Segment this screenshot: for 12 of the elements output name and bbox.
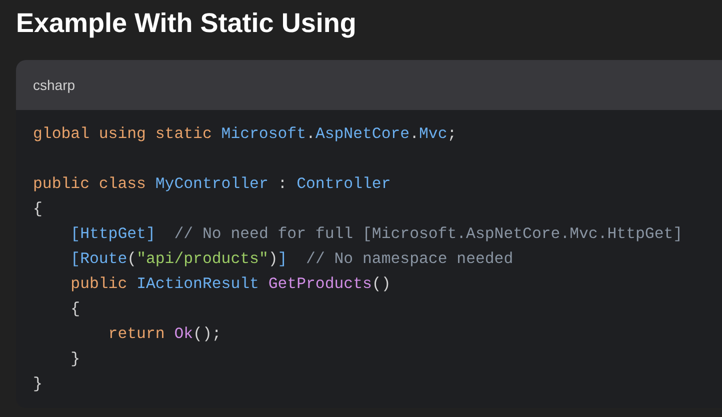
code-line: } (33, 375, 42, 393)
code-line: { (33, 200, 42, 218)
code-line: public IActionResult GetProducts() (70, 275, 391, 293)
code-line: return Ok(); (107, 325, 222, 343)
code-line: [Route("api/products")] // No namespace needed (70, 250, 514, 268)
language-label: csharp (33, 76, 76, 95)
code-line: [HttpGet] // No need for full [Microsoft.AspNetCore.Mvc.HttpGet] (70, 225, 683, 243)
code-line: { (70, 300, 80, 318)
code-line: public class MyController : Controller (33, 175, 391, 193)
code-line: global using static Microsoft.AspNetCore.Mvc; (33, 125, 457, 143)
section-heading: Example With Static Using (15, 7, 358, 40)
code-line: } (70, 350, 80, 368)
